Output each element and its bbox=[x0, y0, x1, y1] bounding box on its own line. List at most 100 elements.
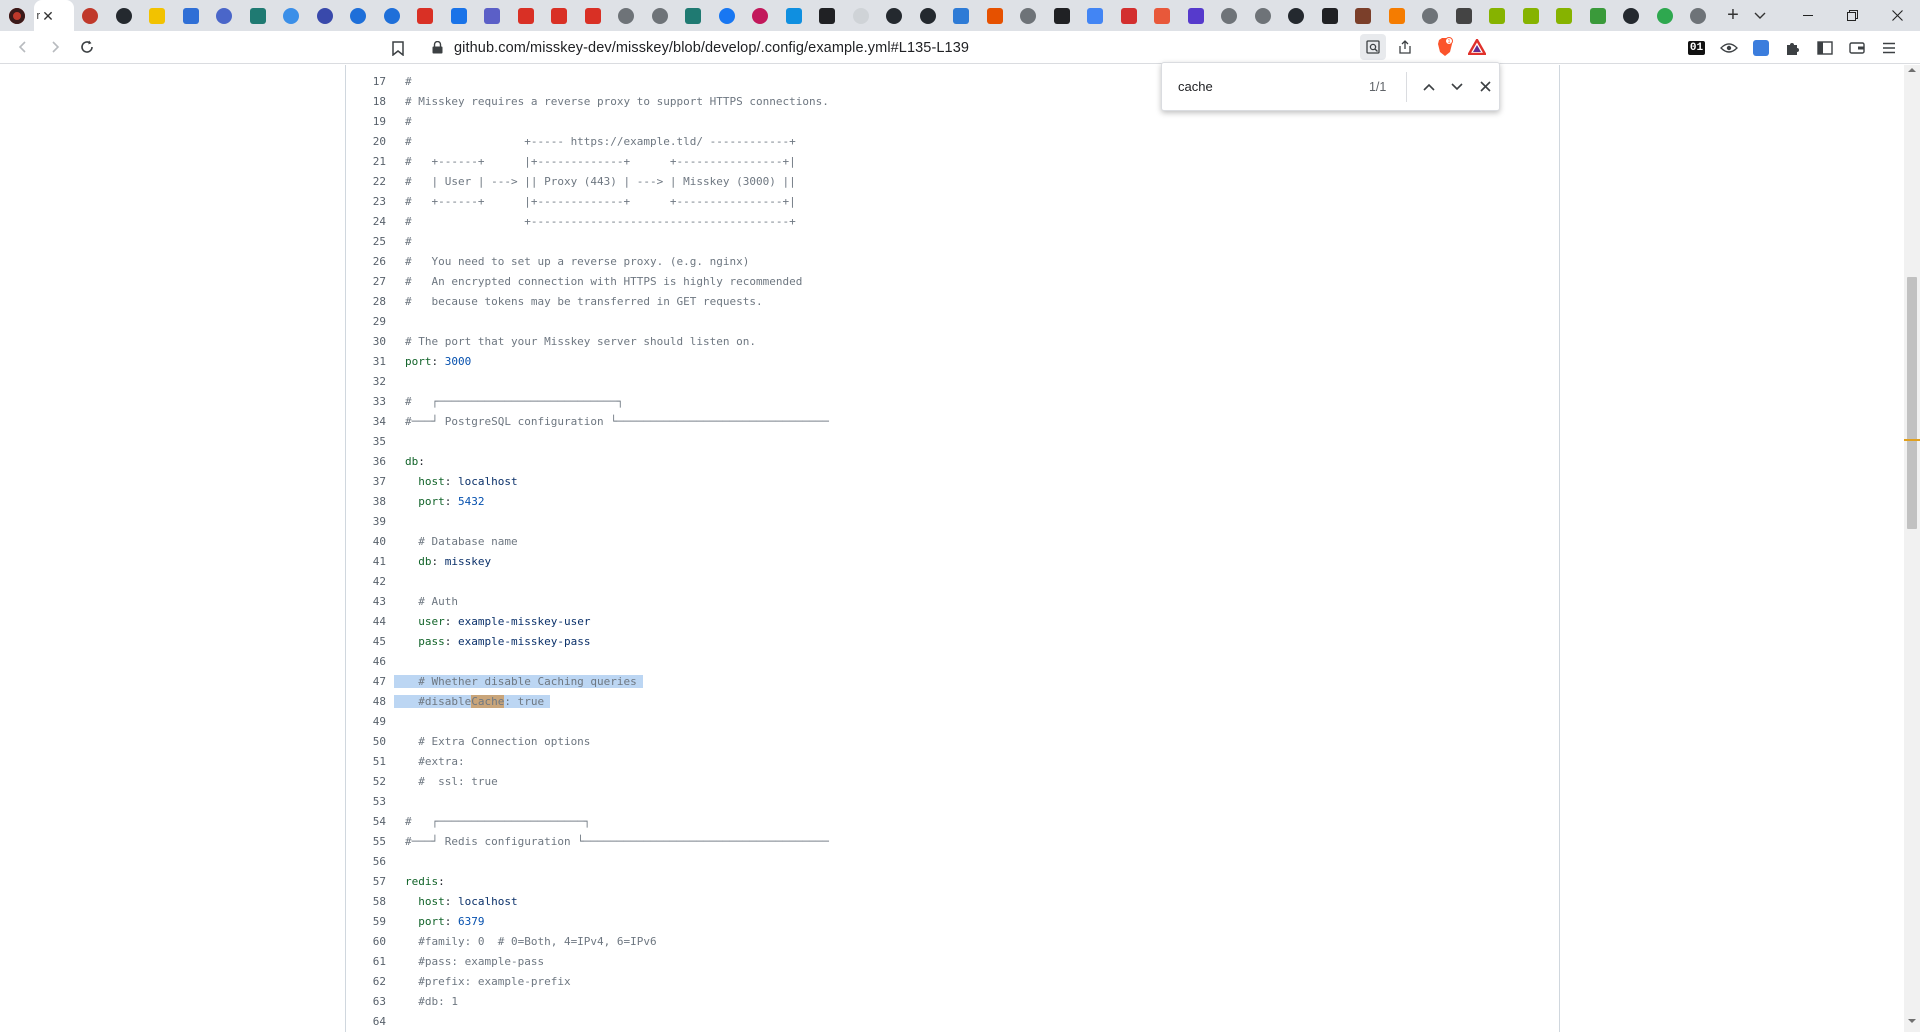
brave-shields-button[interactable]: 1 bbox=[1432, 34, 1458, 60]
line-number[interactable]: 18 bbox=[346, 95, 386, 108]
tab-blogger[interactable] bbox=[1380, 0, 1414, 31]
tab-gmail[interactable] bbox=[409, 0, 443, 31]
line-number[interactable]: 64 bbox=[346, 1015, 386, 1028]
line-number[interactable]: 29 bbox=[346, 315, 386, 328]
browser-menu-button[interactable] bbox=[1875, 34, 1902, 61]
line-number[interactable]: 34 bbox=[346, 415, 386, 428]
tab-globe6[interactable] bbox=[1414, 0, 1448, 31]
line-number[interactable]: 36 bbox=[346, 455, 386, 468]
wallet-button[interactable] bbox=[1843, 34, 1870, 61]
tab-github3[interactable] bbox=[911, 0, 945, 31]
tab-notes[interactable] bbox=[141, 0, 175, 31]
line-number[interactable]: 62 bbox=[346, 975, 386, 988]
find-in-page-button[interactable] bbox=[1360, 34, 1386, 60]
tab-gear-blue[interactable] bbox=[308, 0, 342, 31]
tab-translate[interactable] bbox=[1079, 0, 1113, 31]
tab-link-green[interactable] bbox=[1648, 0, 1682, 31]
line-number[interactable]: 37 bbox=[346, 475, 386, 488]
sidebar-button[interactable] bbox=[1811, 34, 1838, 61]
tab-recorder[interactable] bbox=[0, 0, 34, 31]
line-number[interactable]: 51 bbox=[346, 755, 386, 768]
scrollbar-thumb[interactable] bbox=[1907, 277, 1917, 529]
line-number[interactable]: 55 bbox=[346, 835, 386, 848]
tab-search-button[interactable] bbox=[1742, 0, 1778, 31]
line-number[interactable]: 47 bbox=[346, 675, 386, 688]
extension-k-button[interactable] bbox=[1747, 34, 1774, 61]
extension-01-button[interactable]: 01 bbox=[1683, 34, 1710, 61]
extension-eye-button[interactable] bbox=[1715, 34, 1742, 61]
line-number[interactable]: 52 bbox=[346, 775, 386, 788]
tab-github[interactable] bbox=[107, 0, 141, 31]
tab-h[interactable] bbox=[978, 0, 1012, 31]
line-number[interactable]: 41 bbox=[346, 555, 386, 568]
find-next-button[interactable] bbox=[1443, 72, 1471, 102]
line-number[interactable]: 39 bbox=[346, 515, 386, 528]
back-button[interactable] bbox=[8, 32, 38, 62]
tab-globe2[interactable] bbox=[643, 0, 677, 31]
line-number[interactable]: 53 bbox=[346, 795, 386, 808]
tab-books[interactable] bbox=[1347, 0, 1381, 31]
tab-misskey[interactable] bbox=[1481, 0, 1515, 31]
tab-docs[interactable] bbox=[174, 0, 208, 31]
line-number[interactable]: 19 bbox=[346, 115, 386, 128]
minimize-button[interactable] bbox=[1785, 0, 1830, 31]
page-scrollbar[interactable] bbox=[1904, 65, 1920, 1032]
line-number[interactable]: 28 bbox=[346, 295, 386, 308]
tab-globe3[interactable] bbox=[1012, 0, 1046, 31]
tab-calendar[interactable] bbox=[442, 0, 476, 31]
line-number[interactable]: 59 bbox=[346, 915, 386, 928]
reload-button[interactable] bbox=[72, 32, 102, 62]
line-number[interactable]: 58 bbox=[346, 895, 386, 908]
find-input[interactable] bbox=[1178, 79, 1338, 94]
tab-facebook[interactable] bbox=[710, 0, 744, 31]
extensions-menu-button[interactable] bbox=[1779, 34, 1806, 61]
line-number[interactable]: 57 bbox=[346, 875, 386, 888]
line-number[interactable]: 54 bbox=[346, 815, 386, 828]
line-number[interactable]: 23 bbox=[346, 195, 386, 208]
tab-doc-black2[interactable] bbox=[1045, 0, 1079, 31]
line-number[interactable]: 26 bbox=[346, 255, 386, 268]
close-window-button[interactable] bbox=[1875, 0, 1920, 31]
line-number[interactable]: 56 bbox=[346, 855, 386, 868]
tab-github5[interactable] bbox=[1615, 0, 1649, 31]
tab-github4[interactable] bbox=[1280, 0, 1314, 31]
line-number[interactable]: 30 bbox=[346, 335, 386, 348]
line-number[interactable]: 21 bbox=[346, 155, 386, 168]
line-number[interactable]: 33 bbox=[346, 395, 386, 408]
tab-mastodon[interactable] bbox=[945, 0, 979, 31]
brave-rewards-button[interactable] bbox=[1464, 34, 1490, 60]
line-number[interactable]: 24 bbox=[346, 215, 386, 228]
line-number[interactable]: 43 bbox=[346, 595, 386, 608]
bookmark-button[interactable] bbox=[386, 36, 410, 60]
tab-globe5[interactable] bbox=[1246, 0, 1280, 31]
line-number[interactable]: 27 bbox=[346, 275, 386, 288]
tab-globe[interactable] bbox=[610, 0, 644, 31]
tab-tracker[interactable] bbox=[744, 0, 778, 31]
restore-button[interactable] bbox=[1830, 0, 1875, 31]
tab-recorder[interactable] bbox=[74, 0, 108, 31]
tab-active[interactable]: r ✕ bbox=[33, 0, 74, 31]
line-number[interactable]: 32 bbox=[346, 375, 386, 388]
tab-refresh2[interactable] bbox=[375, 0, 409, 31]
line-number[interactable]: 17 bbox=[346, 75, 386, 88]
tab-gmail2[interactable] bbox=[509, 0, 543, 31]
share-button[interactable] bbox=[1392, 34, 1418, 60]
tab-nodes[interactable] bbox=[208, 0, 242, 31]
line-number[interactable]: 25 bbox=[346, 235, 386, 248]
tab-cloud[interactable] bbox=[844, 0, 878, 31]
tab-teams[interactable] bbox=[476, 0, 510, 31]
scroll-down-button[interactable] bbox=[1904, 1018, 1920, 1030]
tab-refresh[interactable] bbox=[342, 0, 376, 31]
line-number[interactable]: 31 bbox=[346, 355, 386, 368]
tab-orange[interactable] bbox=[1146, 0, 1180, 31]
tab-misskey3[interactable] bbox=[1548, 0, 1582, 31]
tab-doc-black3[interactable] bbox=[1313, 0, 1347, 31]
tab-p[interactable] bbox=[777, 0, 811, 31]
line-number[interactable]: 63 bbox=[346, 995, 386, 1008]
tab-green-k2[interactable] bbox=[677, 0, 711, 31]
lock-icon[interactable] bbox=[430, 41, 444, 55]
line-number[interactable]: 61 bbox=[346, 955, 386, 968]
find-close-button[interactable] bbox=[1471, 72, 1499, 102]
line-number[interactable]: 46 bbox=[346, 655, 386, 668]
forward-button[interactable] bbox=[40, 32, 70, 62]
